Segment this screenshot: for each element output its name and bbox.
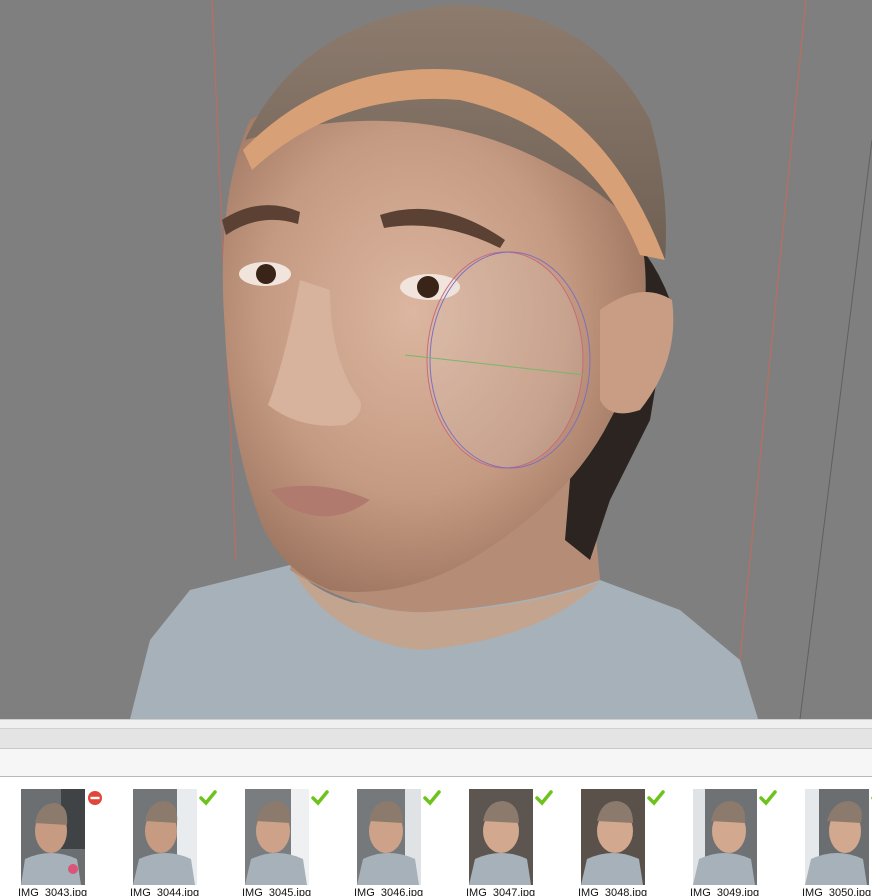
photo-thumbnail[interactable]: IMG_3044.jpg xyxy=(130,789,239,896)
photo-filename: IMG_3044.jpg xyxy=(130,887,200,896)
photo-thumbnail[interactable]: IMG_3048.jpg xyxy=(578,789,687,896)
photo-image xyxy=(469,789,533,885)
photos-pane-header xyxy=(0,749,872,777)
check-icon xyxy=(199,790,217,806)
model-viewport[interactable] xyxy=(0,0,872,719)
photo-image xyxy=(805,789,869,885)
photo-thumbnail[interactable]: IMG_3043.jpg xyxy=(18,789,127,896)
photo-filename: IMG_3045.jpg xyxy=(242,887,312,896)
photo-thumbnail[interactable]: IMG_3049.jpg xyxy=(690,789,799,896)
photo-image xyxy=(21,789,85,885)
photo-image xyxy=(693,789,757,885)
check-icon xyxy=(311,790,329,806)
bounding-box-edge xyxy=(799,139,872,719)
check-icon xyxy=(423,790,441,806)
photo-filename: IMG_3048.jpg xyxy=(578,887,648,896)
photo-image xyxy=(581,789,645,885)
bounding-box-edge xyxy=(737,0,807,681)
check-icon xyxy=(759,790,777,806)
photos-pane-toolbar xyxy=(0,729,872,749)
photos-pane[interactable]: IMG_3043.jpg IMG_3044.jpg IMG_3045.jpg I… xyxy=(0,777,872,896)
photo-image xyxy=(245,789,309,885)
photo-filename: IMG_3046.jpg xyxy=(354,887,424,896)
photo-filename: IMG_3047.jpg xyxy=(466,887,536,896)
photo-filename: IMG_3050.jpg xyxy=(802,887,872,896)
photo-filename: IMG_3043.jpg xyxy=(18,887,88,896)
photo-thumbnail[interactable]: IMG_3046.jpg xyxy=(354,789,463,896)
panel-splitter[interactable] xyxy=(0,719,872,729)
photo-thumbnail[interactable]: IMG_3050.jpg xyxy=(802,789,872,896)
photo-image xyxy=(357,789,421,885)
check-icon xyxy=(535,790,553,806)
head-scan-model xyxy=(130,0,872,719)
photo-image xyxy=(133,789,197,885)
ear xyxy=(600,292,674,414)
photo-thumbnail[interactable]: IMG_3045.jpg xyxy=(242,789,351,896)
remove-icon xyxy=(87,790,105,806)
photo-thumbnail[interactable]: IMG_3047.jpg xyxy=(466,789,575,896)
check-icon xyxy=(647,790,665,806)
photo-filename: IMG_3049.jpg xyxy=(690,887,760,896)
